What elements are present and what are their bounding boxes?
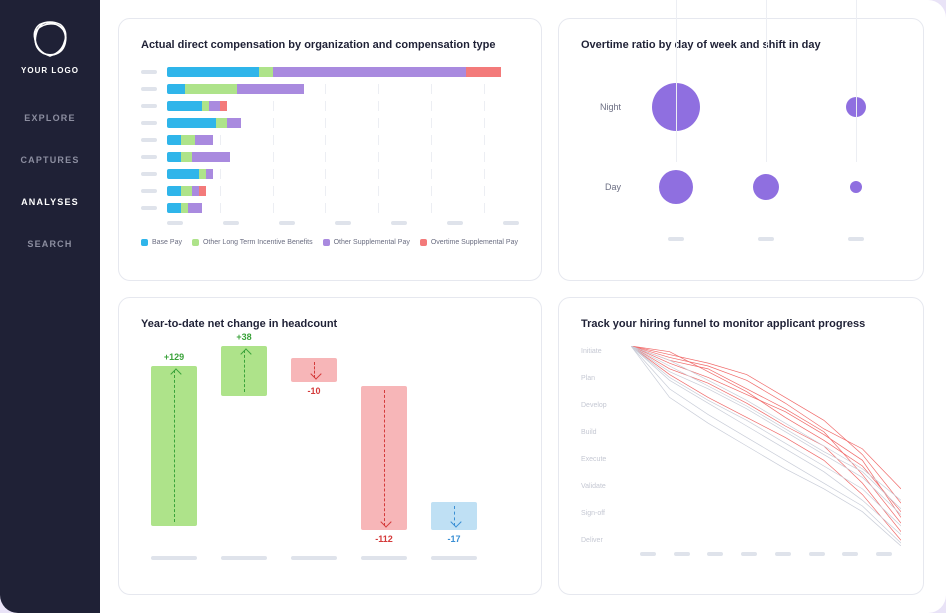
bar-value: -112 xyxy=(361,534,407,544)
bar-row xyxy=(141,67,519,77)
tick-stub xyxy=(707,552,723,556)
main-content: Actual direct compensation by organizati… xyxy=(100,0,946,613)
row-label: Day xyxy=(581,182,621,192)
tick-stub xyxy=(876,552,892,556)
row-label: Night xyxy=(581,102,621,112)
row-stub xyxy=(141,70,157,74)
stage-label: Plan xyxy=(581,375,631,382)
waterfall-bar: -112 xyxy=(361,346,407,546)
stacked-bar-chart xyxy=(141,67,519,213)
tick-stub xyxy=(848,237,864,241)
row-stub xyxy=(141,104,157,108)
waterfall-bar: +38 xyxy=(221,346,267,546)
legend: Base Pay Other Long Term Incentive Benefi… xyxy=(141,239,519,246)
waterfall-bar: +129 xyxy=(151,346,197,546)
legend-item: Other Long Term Incentive Benefits xyxy=(192,239,313,246)
card-title: Track your hiring funnel to monitor appl… xyxy=(581,318,901,330)
x-axis-stubs xyxy=(631,237,901,241)
x-axis-stubs xyxy=(631,552,901,556)
nav-item-captures[interactable]: CAPTURES xyxy=(20,139,79,181)
bar-row xyxy=(141,169,519,179)
nav-item-explore[interactable]: EXPLORE xyxy=(20,97,79,139)
tick-stub xyxy=(361,556,407,560)
tick-stub xyxy=(223,221,239,225)
card-title: Year-to-date net change in headcount xyxy=(141,318,519,330)
bar-row xyxy=(141,101,519,111)
stage-label: Deliver xyxy=(581,537,631,544)
stage-label: Execute xyxy=(581,456,631,463)
waterfall-bar: -10 xyxy=(291,346,337,546)
tick-stub xyxy=(167,221,183,225)
brand-logo-icon xyxy=(29,18,71,60)
legend-item: Overtime Supplemental Pay xyxy=(420,239,518,246)
card-overtime: Overtime ratio by day of week and shift … xyxy=(558,18,924,281)
tick-stub xyxy=(842,552,858,556)
tick-stub xyxy=(741,552,757,556)
bubble xyxy=(850,181,862,193)
stage-label: Sign-off xyxy=(581,510,631,517)
bar-value: -10 xyxy=(291,386,337,396)
tick-stub xyxy=(758,237,774,241)
sidebar: YOUR LOGO EXPLORECAPTURESANALYSESSEARCH xyxy=(0,0,100,613)
card-title: Actual direct compensation by organizati… xyxy=(141,39,519,51)
card-compensation: Actual direct compensation by organizati… xyxy=(118,18,542,281)
tick-stub xyxy=(775,552,791,556)
nav-item-search[interactable]: SEARCH xyxy=(20,223,79,265)
tick-stub xyxy=(809,552,825,556)
tick-stub xyxy=(291,556,337,560)
legend-item: Other Supplemental Pay xyxy=(323,239,410,246)
tick-stub xyxy=(279,221,295,225)
row-stub xyxy=(141,189,157,193)
stage-label: Validate xyxy=(581,483,631,490)
bar-row xyxy=(141,152,519,162)
bubble-chart: Night Day xyxy=(581,67,901,227)
bubble xyxy=(659,170,693,204)
x-axis-stubs xyxy=(167,221,519,225)
bar-value: +129 xyxy=(151,352,197,362)
bar-row xyxy=(141,186,519,196)
tick-stub xyxy=(431,556,477,560)
tick-stub xyxy=(640,552,656,556)
waterfall-chart: +129 +38 -10 -112 -17 xyxy=(151,346,519,546)
bubble xyxy=(753,174,779,200)
tick-stub xyxy=(151,556,197,560)
row-stub xyxy=(141,206,157,210)
funnel-plot xyxy=(631,346,901,546)
legend-item: Base Pay xyxy=(141,239,182,246)
brand-logo-text: YOUR LOGO xyxy=(21,66,79,75)
tick-stub xyxy=(447,221,463,225)
tick-stub xyxy=(668,237,684,241)
bar-row xyxy=(141,84,519,94)
tick-stub xyxy=(391,221,407,225)
stage-label: Develop xyxy=(581,402,631,409)
card-title: Overtime ratio by day of week and shift … xyxy=(581,39,901,51)
row-stub xyxy=(141,172,157,176)
bar-row xyxy=(141,135,519,145)
bubble-row: Night xyxy=(581,72,901,142)
row-stub xyxy=(141,155,157,159)
row-stub xyxy=(141,138,157,142)
bubble-row: Day xyxy=(581,152,901,222)
tick-stub xyxy=(221,556,267,560)
stage-label: Initiate xyxy=(581,348,631,355)
waterfall-bar: -17 xyxy=(431,346,477,546)
row-stub xyxy=(141,121,157,125)
funnel-chart: Initiate Plan Develop Build Execute Validate S… xyxy=(581,346,901,546)
nav: EXPLORECAPTURESANALYSESSEARCH xyxy=(20,97,79,265)
bar-row xyxy=(141,118,519,128)
x-axis-stubs xyxy=(151,556,519,560)
nav-item-analyses[interactable]: ANALYSES xyxy=(20,181,79,223)
card-headcount: Year-to-date net change in headcount +12… xyxy=(118,297,542,595)
tick-stub xyxy=(335,221,351,225)
bar-value: +38 xyxy=(221,332,267,342)
stage-label: Build xyxy=(581,429,631,436)
row-stub xyxy=(141,87,157,91)
tick-stub xyxy=(503,221,519,225)
bar-value: -17 xyxy=(431,534,477,544)
tick-stub xyxy=(674,552,690,556)
bar-row xyxy=(141,203,519,213)
card-funnel: Track your hiring funnel to monitor appl… xyxy=(558,297,924,595)
stage-labels: Initiate Plan Develop Build Execute Validate S… xyxy=(581,346,631,546)
